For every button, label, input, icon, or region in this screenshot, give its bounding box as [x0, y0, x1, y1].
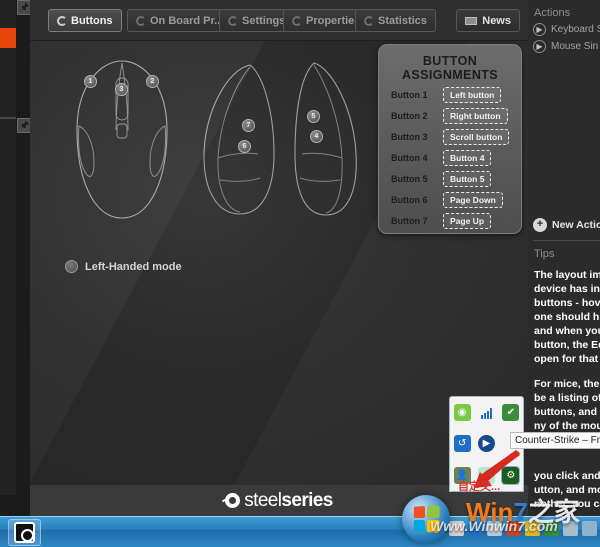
- tab-label: Statistics: [378, 15, 427, 27]
- tab-label: Buttons: [71, 15, 113, 27]
- steelseries-icon: [14, 522, 35, 543]
- steelseries-logo-icon: [225, 493, 240, 508]
- tab-label: On Board Pr...: [150, 15, 223, 27]
- tab-icon: [57, 16, 67, 26]
- button-badge-1[interactable]: 1: [84, 75, 97, 88]
- left-handed-mode-toggle[interactable]: Left-Handed mode: [65, 260, 182, 273]
- assignment-row: Button 6 Page Down: [379, 192, 521, 208]
- chevron-right-icon: ▶: [533, 23, 546, 36]
- tab-buttons[interactable]: Buttons: [48, 9, 122, 32]
- plus-icon: +: [533, 218, 547, 232]
- nvidia-tray-icon[interactable]: ◉: [454, 404, 471, 421]
- assignment-label: Button 4: [391, 153, 443, 163]
- assignment-value[interactable]: Left button: [443, 87, 501, 103]
- new-action-button[interactable]: + New Actio: [533, 218, 600, 232]
- sidebar-divider: [533, 240, 600, 241]
- mouse-right-side-view[interactable]: 5 4: [292, 60, 364, 220]
- tab-label: Settings: [242, 15, 285, 27]
- mouse-left-side-view[interactable]: 7 6: [198, 62, 278, 220]
- assignment-row: Button 7 Page Up: [379, 213, 521, 229]
- tab-bar: Buttons On Board Pr... Settings Properti…: [30, 0, 528, 41]
- chevron-right-icon: ▶: [533, 40, 546, 53]
- button-assignments-title: BUTTON ASSIGNMENTS: [379, 54, 521, 82]
- tab-label: Properties: [306, 15, 360, 27]
- desktop-left-strip: [0, 0, 16, 495]
- action-label: Mouse Sin: [551, 41, 598, 52]
- mouse-top-view[interactable]: 1 3 2: [72, 58, 172, 223]
- button-badge-3[interactable]: 3: [115, 83, 128, 96]
- tab-icon: [136, 16, 146, 26]
- tips-paragraph: The layout imag device has inter buttons…: [534, 268, 600, 366]
- action-item-keyboard[interactable]: ▶ Keyboard S: [530, 19, 600, 36]
- tray-tooltip: Counter-Strike – Fns: [510, 432, 600, 449]
- action-label: Keyboard S: [551, 24, 600, 35]
- assignment-value[interactable]: Scroll button: [443, 129, 509, 145]
- button-badge-2[interactable]: 2: [146, 75, 159, 88]
- action-item-mouse[interactable]: ▶ Mouse Sin: [530, 36, 600, 53]
- assignment-value[interactable]: Page Up: [443, 213, 491, 229]
- assignment-row: Button 4 Button 4: [379, 150, 521, 166]
- tray-volume-icon[interactable]: [582, 521, 597, 536]
- site-watermark: Www.Winwin7.com: [430, 518, 558, 534]
- sync-tray-icon[interactable]: ↺: [454, 435, 471, 452]
- screen: 🖈 🖈 Buttons On Board Pr... Settings: [0, 0, 600, 547]
- steelseries-wordmark: steelseries: [244, 490, 332, 512]
- news-button[interactable]: News: [456, 9, 520, 32]
- button-badge-4[interactable]: 4: [310, 130, 323, 143]
- assignment-label: Button 6: [391, 195, 443, 205]
- tips-header: Tips: [534, 248, 554, 260]
- assignment-row: Button 3 Scroll button: [379, 129, 521, 145]
- button-badge-6[interactable]: 6: [238, 140, 251, 153]
- assignment-label: Button 7: [391, 216, 443, 226]
- assignment-value[interactable]: Button 5: [443, 171, 491, 187]
- assignment-value[interactable]: Right button: [443, 108, 508, 124]
- tips-body: The layout imag device has inter buttons…: [534, 268, 600, 522]
- tab-icon: [292, 16, 302, 26]
- antivirus-shield-tray-icon[interactable]: ✔: [502, 404, 519, 421]
- desktop-orange-bar: [0, 28, 16, 48]
- button-badge-5[interactable]: 5: [307, 110, 320, 123]
- assignment-value[interactable]: Page Down: [443, 192, 503, 208]
- assignment-value[interactable]: Button 4: [443, 150, 491, 166]
- taskbar-item-steelseries[interactable]: [8, 519, 41, 546]
- assignment-label: Button 1: [391, 90, 443, 100]
- assignment-label: Button 3: [391, 132, 443, 142]
- tab-icon: [228, 16, 238, 26]
- tab-on-board-profiles[interactable]: On Board Pr...: [127, 9, 232, 32]
- left-handed-mode-label: Left-Handed mode: [85, 261, 182, 273]
- assignment-row: Button 1 Left button: [379, 87, 521, 103]
- desktop-divider: [0, 117, 16, 119]
- button-assignments-panel: BUTTON ASSIGNMENTS Button 1 Left button …: [378, 44, 522, 234]
- newspaper-icon: [465, 17, 477, 25]
- tab-statistics[interactable]: Statistics: [355, 9, 436, 32]
- assignment-row: Button 2 Right button: [379, 108, 521, 124]
- network-signal-tray-icon[interactable]: [478, 404, 495, 421]
- button-badge-7[interactable]: 7: [242, 119, 255, 132]
- toggle-knob-icon: [65, 260, 78, 273]
- assignment-label: Button 5: [391, 174, 443, 184]
- actions-header: Actions: [530, 0, 600, 19]
- tab-icon: [364, 16, 374, 26]
- assignment-row: Button 5 Button 5: [379, 171, 521, 187]
- signal-bars-icon: [481, 407, 492, 419]
- assignment-label: Button 2: [391, 111, 443, 121]
- news-label: News: [482, 15, 511, 27]
- new-action-label: New Actio: [552, 219, 600, 231]
